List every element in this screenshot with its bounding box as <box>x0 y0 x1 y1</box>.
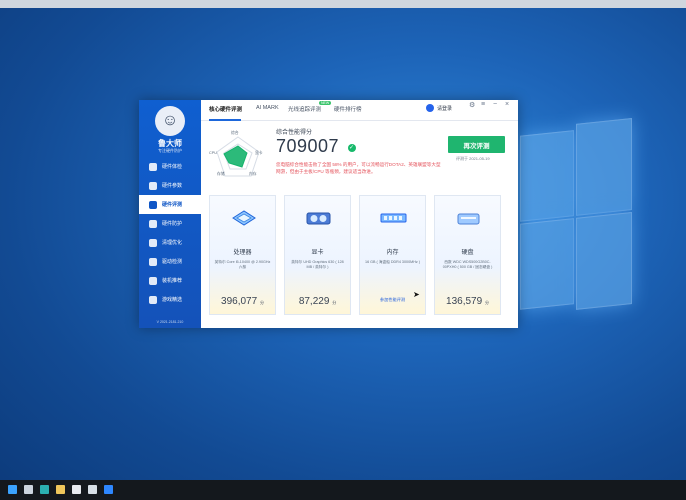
menu-icon[interactable]: ≡ <box>481 101 485 108</box>
shield-icon <box>149 162 157 171</box>
gauge-icon <box>149 200 157 209</box>
search-icon[interactable] <box>24 485 33 494</box>
card-description: 16 GB ( 海盗船 DDR4 3000MHz ) <box>365 260 420 264</box>
sidebar-item-label: 装机推荐 <box>162 278 183 284</box>
sidebar: ☺ 鲁大师 专注硬件防护 硬件体检 硬件参数 硬件评测 硬件防护 清理优化 驱动… <box>139 100 201 328</box>
score-line: 709007 ✓ <box>276 136 446 157</box>
sidebar-item-label: 清理优化 <box>162 240 183 246</box>
windows-logo-pane <box>520 218 574 310</box>
retest-button[interactable]: 再次评测 <box>448 136 505 153</box>
sidebar-item-pc-build[interactable]: 装机推荐 <box>139 271 201 290</box>
card-score: 87,229 分 <box>298 296 337 307</box>
computer-icon <box>149 276 157 285</box>
card-title: 处理器 <box>233 250 252 256</box>
top-tabbar: 核心硬件评测 AI MARK 光线追踪评测 NEW 硬件排行榜 请登录 ⚙ ≡ … <box>201 100 518 121</box>
minimize-icon[interactable]: − <box>493 101 497 108</box>
radar-chart: 综合 CPU 显卡 存储 内存 <box>209 131 267 184</box>
sidebar-item-hardware-info[interactable]: 硬件参数 <box>139 176 201 195</box>
store-icon[interactable] <box>72 485 81 494</box>
tab-hardware-ranking[interactable]: 硬件排行榜 <box>334 105 362 113</box>
gamepad-icon <box>149 295 157 304</box>
hardware-score-cards: 处理器 英特尔 Core i5-10400 @ 2.90GHz 六核 396,0… <box>209 195 509 317</box>
file-explorer-icon[interactable] <box>56 485 65 494</box>
radar-label-memory: 内存 <box>249 172 257 176</box>
broom-icon <box>149 238 157 247</box>
start-icon[interactable] <box>8 485 17 494</box>
disk-card[interactable]: 硬盘 西数 WDC WDS500G2B0C-00PXH0 ( 500 GB / … <box>434 195 501 315</box>
app-logo: ☺ <box>155 106 185 136</box>
sidebar-item-hardware-check[interactable]: 硬件体检 <box>139 157 201 176</box>
close-icon[interactable]: × <box>505 101 509 108</box>
user-avatar-icon[interactable] <box>426 104 434 112</box>
card-score: 396,077 分 <box>221 296 264 307</box>
sidebar-item-cleanup[interactable]: 清理优化 <box>139 233 201 252</box>
version-label: V 2021.2181.210 <box>156 320 184 324</box>
sidebar-item-label: 硬件参数 <box>162 183 183 189</box>
score-description: 您电脑综合性能击败了全国 58% 的用户，可以流畅运行DOTA2、英雄联盟等大型… <box>276 162 441 174</box>
card-title: 显卡 <box>311 250 324 256</box>
edge-icon[interactable] <box>40 485 49 494</box>
sidebar-item-label: 驱动检测 <box>162 259 183 265</box>
lock-icon <box>149 219 157 228</box>
settings-icon[interactable]: ⚙ <box>469 101 475 109</box>
driver-icon <box>149 257 157 266</box>
score-summary: 综合性能得分 709007 ✓ 您电脑综合性能击败了全国 58% 的用户，可以流… <box>276 127 446 175</box>
windows-taskbar <box>0 480 686 500</box>
tab-core-benchmark[interactable]: 核心硬件评测 <box>209 105 242 113</box>
sidebar-item-label: 游戏精选 <box>162 297 183 303</box>
ludashi-taskbar-icon[interactable] <box>104 485 113 494</box>
radar-label-overall: 综合 <box>231 131 239 135</box>
gpu-card[interactable]: 显卡 英特尔 UHD Graphics 630 ( 128 MB / 英特尔 )… <box>284 195 351 315</box>
sidebar-nav: 硬件体检 硬件参数 硬件评测 硬件防护 清理优化 驱动检测 装机推荐 游戏精选 <box>139 157 201 309</box>
check-icon: ✓ <box>347 143 356 152</box>
active-tab-indicator <box>209 119 241 121</box>
cpu-card[interactable]: 处理器 英特尔 Core i5-10400 @ 2.90GHz 六核 396,0… <box>209 195 276 315</box>
mail-icon[interactable] <box>88 485 97 494</box>
disk-icon <box>457 213 480 225</box>
card-description: 英特尔 Core i5-10400 @ 2.90GHz 六核 <box>214 260 271 269</box>
sidebar-item-label: 硬件防护 <box>162 221 183 227</box>
sidebar-item-driver-check[interactable]: 驱动检测 <box>139 252 201 271</box>
total-score: 709007 <box>276 136 340 156</box>
windows-logo-pane <box>520 130 574 222</box>
mascot-icon: ☺ <box>161 112 179 129</box>
radar-label-cpu: CPU <box>209 151 218 155</box>
memory-icon <box>380 213 407 223</box>
mouse-cursor: ➤ <box>413 290 420 299</box>
windows-logo-pane <box>576 118 632 216</box>
gpu-icon <box>306 212 331 225</box>
card-title: 硬盘 <box>461 250 474 256</box>
windows-wallpaper-logo <box>520 118 632 316</box>
tab-ray-tracing[interactable]: 光线追踪评测 <box>288 105 321 113</box>
monitor-bezel <box>0 0 686 8</box>
sidebar-item-hardware-benchmark[interactable]: 硬件评测 <box>139 195 201 214</box>
login-link[interactable]: 请登录 <box>437 105 452 112</box>
new-badge: NEW <box>319 101 332 105</box>
cpu-icon <box>232 210 256 226</box>
sidebar-item-label: 硬件评测 <box>162 202 183 208</box>
sidebar-item-hardware-protection[interactable]: 硬件防护 <box>139 214 201 233</box>
brand-subtitle: 专注硬件防护 <box>158 148 182 153</box>
card-description: 英特尔 UHD Graphics 630 ( 128 MB / 英特尔 ) <box>291 260 344 269</box>
sidebar-item-games[interactable]: 游戏精选 <box>139 290 201 309</box>
card-description: 西数 WDC WDS500G2B0C-00PXH0 ( 500 GB / 固态硬… <box>442 260 493 269</box>
tab-ai-mark[interactable]: AI MARK <box>256 105 279 111</box>
windows-logo-pane <box>576 212 632 310</box>
radar-label-gpu: 显卡 <box>255 151 263 155</box>
card-title: 内存 <box>386 250 399 256</box>
ludashi-window: ☺ 鲁大师 专注硬件防护 硬件体检 硬件参数 硬件评测 硬件防护 清理优化 驱动… <box>139 100 518 328</box>
sidebar-item-label: 硬件体检 <box>162 164 183 170</box>
card-score: 136,579 分 <box>446 296 489 307</box>
chip-icon <box>149 181 157 190</box>
test-time: 评测于 2021-05-19 <box>456 156 490 161</box>
score-label: 综合性能得分 <box>276 130 313 136</box>
radar-label-storage: 存储 <box>217 172 225 176</box>
